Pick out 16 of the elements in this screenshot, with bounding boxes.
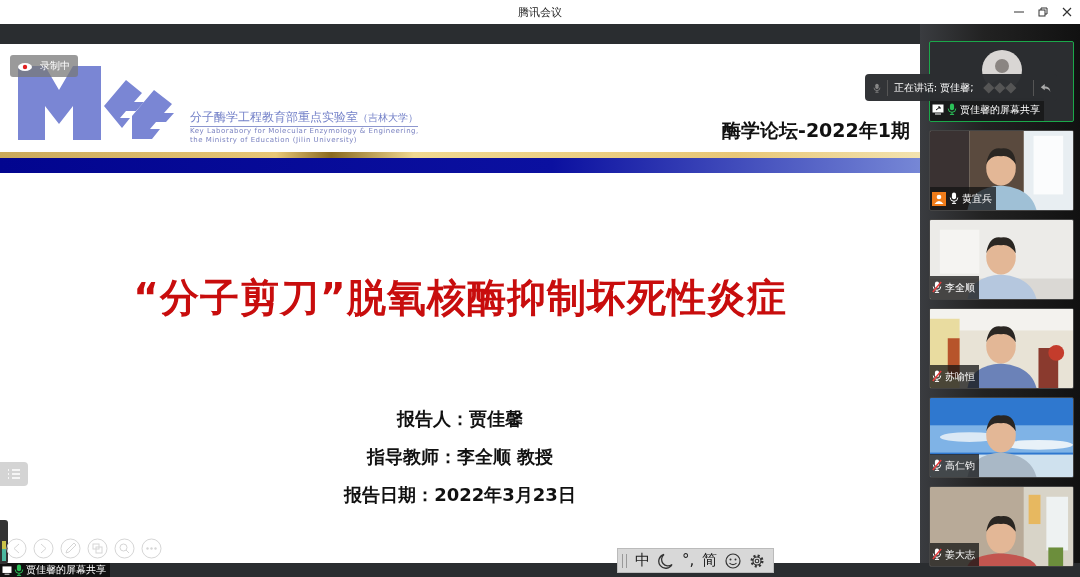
slide-title: “分子剪刀”脱氧核酶抑制坏死性炎症 [133, 274, 787, 322]
presentation-detail: 报告人：贾佳馨 [397, 407, 523, 431]
sharer-name: 贾佳馨的屏幕共享 [26, 563, 106, 577]
participant-name: 姜大志 [945, 547, 975, 562]
participant-name: 贾佳馨的屏幕共享 [960, 102, 1040, 117]
recording-label: 录制中 [40, 59, 70, 73]
series-title: 酶学论坛-2022年1期 [722, 118, 910, 143]
window-title: 腾讯会议 [518, 4, 562, 20]
speaker-text: 正在讲话: 贾佳馨; [893, 80, 974, 95]
presentation-detail: 报告日期：2022年3月23日 [344, 483, 576, 507]
lab-name: 分子酶学工程教育部重点实验室（吉林大学） [190, 110, 418, 127]
participant-name: 李全顺 [945, 280, 975, 295]
participant-name: 高仁钧 [945, 458, 975, 473]
participant-name: 黄宜兵 [962, 191, 992, 206]
participant-name: 苏喻恒 [945, 369, 975, 384]
presentation-detail: 指导教师：李全顺 教授 [366, 445, 554, 469]
